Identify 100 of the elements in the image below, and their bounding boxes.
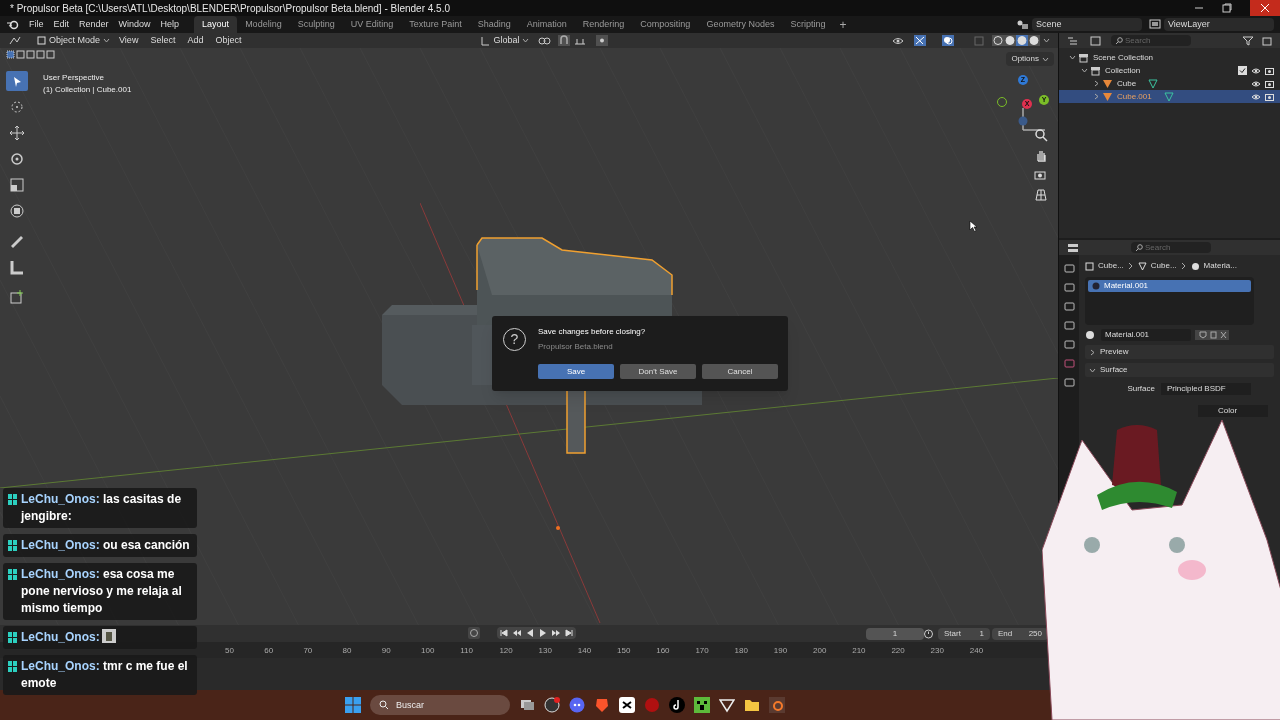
gizmo-toggle-icon[interactable] <box>914 35 926 46</box>
mode-dropdown[interactable]: Object Mode <box>34 33 114 48</box>
breadcrumb-item[interactable]: Cube... <box>1150 260 1177 272</box>
view-layer-icon[interactable] <box>1063 320 1075 331</box>
menu-item[interactable]: View <box>113 33 145 48</box>
discord-app-icon[interactable] <box>569 697 585 713</box>
eye-icon[interactable] <box>1251 79 1261 88</box>
zoom-icon[interactable] <box>1034 128 1048 142</box>
dialog-button[interactable]: Save <box>538 364 614 379</box>
camera-icon[interactable] <box>1265 92 1274 101</box>
workspace-tab[interactable]: Compositing <box>632 15 699 34</box>
creeper-app-icon[interactable] <box>694 697 710 713</box>
scene-icon[interactable] <box>1063 339 1075 350</box>
dialog-button[interactable]: Don't Save <box>620 364 696 379</box>
next-key-icon[interactable] <box>551 628 561 638</box>
select-box-tool-icon[interactable] <box>6 71 28 91</box>
material-name-field[interactable]: Material.001 <box>1101 329 1191 341</box>
tiktok-app-icon[interactable] <box>669 697 685 713</box>
workspace-tab[interactable]: Texture Paint <box>401 15 470 34</box>
workspace-tab[interactable]: Geometry Nodes <box>698 15 783 34</box>
solid-shading-icon[interactable] <box>1004 35 1016 46</box>
overlay-toggle-icon[interactable] <box>942 35 954 46</box>
breadcrumb-item[interactable]: Cube... <box>1098 260 1124 272</box>
filter-icon[interactable] <box>1242 35 1256 46</box>
stopwatch-icon[interactable] <box>923 628 934 639</box>
taskbar-search-field[interactable]: Buscar <box>370 695 510 715</box>
start-frame-field[interactable]: Start 1 <box>938 628 990 640</box>
scene-icon[interactable] <box>1016 19 1030 30</box>
output-icon[interactable] <box>1063 301 1075 312</box>
workspace-tab[interactable]: Sculpting <box>289 15 343 34</box>
prev-key-icon[interactable] <box>512 628 522 638</box>
menu-item[interactable]: Render <box>74 17 114 32</box>
keyframe-record-icon[interactable] <box>468 627 480 639</box>
task-view-icon[interactable] <box>519 697 535 713</box>
blender-logo-icon[interactable] <box>7 19 19 30</box>
link-icon[interactable] <box>538 35 553 46</box>
menu-item[interactable]: Edit <box>48 17 75 32</box>
view-layer-icon[interactable] <box>1148 19 1162 30</box>
play-icon[interactable] <box>538 628 548 638</box>
end-frame-field[interactable]: End 250 <box>992 628 1048 640</box>
render-icon[interactable] <box>1063 282 1075 293</box>
material-shading-icon[interactable] <box>1016 35 1028 46</box>
view-layer-field[interactable]: ViewLayer <box>1164 18 1274 31</box>
workspace-tab[interactable]: Animation <box>518 15 575 34</box>
menu-item[interactable]: Help <box>155 17 185 32</box>
jump-start-icon[interactable] <box>499 628 509 638</box>
panel-header[interactable]: Surface <box>1085 363 1274 377</box>
menu-item[interactable]: Object <box>209 33 248 48</box>
outliner-row[interactable]: Cube.001 <box>1059 90 1280 103</box>
workspace-tab[interactable]: UV Editing <box>342 15 402 34</box>
folder-app-icon[interactable] <box>744 697 760 713</box>
material-sphere-icon[interactable] <box>1085 330 1097 340</box>
workspace-tab[interactable]: Scripting <box>782 15 834 34</box>
capcut-app-icon[interactable] <box>619 697 635 713</box>
color-field[interactable]: Color <box>1198 405 1268 417</box>
collection-icon[interactable] <box>1063 377 1075 388</box>
menu-item[interactable]: Add <box>181 33 210 48</box>
axis-gizmo-ball-icon[interactable] <box>997 97 1007 107</box>
close-button[interactable] <box>1250 0 1280 16</box>
camera-icon[interactable] <box>1265 66 1274 75</box>
proportional-edit-icon[interactable] <box>596 35 609 46</box>
jump-end-icon[interactable] <box>564 628 574 638</box>
hand-icon[interactable] <box>1034 148 1048 162</box>
breadcrumb-item[interactable]: Materia... <box>1203 260 1237 272</box>
windows-start-icon[interactable] <box>345 697 361 713</box>
scene-field[interactable]: Scene <box>1032 18 1142 31</box>
blender-app-icon[interactable] <box>769 697 785 713</box>
wireframe-shading-icon[interactable] <box>992 35 1004 46</box>
camera-icon[interactable] <box>1034 168 1048 182</box>
world-icon[interactable] <box>1063 358 1075 369</box>
eye-icon[interactable] <box>1251 92 1261 101</box>
current-frame-field[interactable]: 1 <box>866 628 924 640</box>
menu-item[interactable]: Window <box>113 17 156 32</box>
caret-icon[interactable] <box>1043 38 1050 43</box>
play-reverse-icon[interactable] <box>525 628 535 638</box>
menu-item[interactable]: File <box>24 17 49 32</box>
tool-icon[interactable] <box>1063 263 1075 274</box>
magnet-icon[interactable] <box>558 35 571 46</box>
camera-icon[interactable] <box>1265 79 1274 88</box>
visibility-icon[interactable] <box>892 35 904 46</box>
checked-checkbox-icon[interactable] <box>1238 66 1247 75</box>
outliner-row[interactable]: Cube <box>1059 77 1280 90</box>
add-workspace-button[interactable]: + <box>833 15 853 34</box>
workspace-tab[interactable]: Shading <box>469 15 519 34</box>
workspace-tab[interactable]: Modeling <box>237 15 290 34</box>
rendered-shading-icon[interactable] <box>1028 35 1040 46</box>
material-slot[interactable]: Material.001 <box>1088 280 1251 292</box>
obs-app-icon[interactable] <box>544 697 560 713</box>
outliner-row[interactable]: Scene Collection <box>1059 51 1280 64</box>
panel-header[interactable]: Preview <box>1085 345 1274 359</box>
shader-field[interactable]: Principled BSDF <box>1161 383 1251 395</box>
fake-user-shield-icon[interactable] <box>1195 330 1229 340</box>
grid-view-icon[interactable] <box>1034 188 1048 202</box>
axis-gizmo-ball-icon[interactable] <box>1018 116 1028 126</box>
new-collection-icon[interactable] <box>1262 35 1272 46</box>
options-dropdown[interactable]: Options <box>1006 52 1054 66</box>
outliner-row[interactable]: Collection <box>1059 64 1280 77</box>
eye-icon[interactable] <box>1251 66 1261 75</box>
menu-item[interactable]: Select <box>144 33 182 48</box>
orientation-dropdown[interactable]: Global <box>477 33 533 48</box>
